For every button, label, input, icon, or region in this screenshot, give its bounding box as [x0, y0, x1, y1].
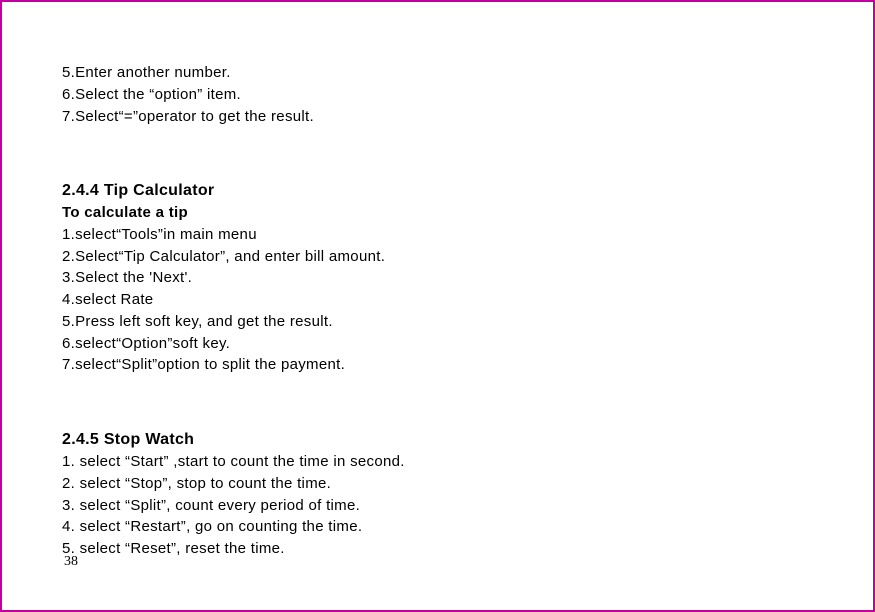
document-page: 5.Enter another number.6.Select the “opt… — [0, 0, 875, 612]
text-line: 3. select “Split”, count every period of… — [62, 495, 813, 517]
text-line — [62, 142, 813, 164]
text-line: 5.Press left soft key, and get the resul… — [62, 311, 813, 333]
text-line: 3.Select the 'Next'. — [62, 267, 813, 289]
text-line: To calculate a tip — [62, 202, 813, 224]
text-line: 2.4.4 Tip Calculator — [62, 179, 813, 202]
text-line: 2.4.5 Stop Watch — [62, 428, 813, 451]
text-line: 1.select“Tools”in main menu — [62, 224, 813, 246]
text-line: 1. select “Start” ,start to count the ti… — [62, 451, 813, 473]
text-line: 4.select Rate — [62, 289, 813, 311]
text-line: 2.Select“Tip Calculator”, and enter bill… — [62, 246, 813, 268]
text-line: 6.Select the “option” item. — [62, 84, 813, 106]
text-line: 5. select “Reset”, reset the time. — [62, 538, 813, 560]
page-number: 38 — [64, 554, 78, 570]
text-line: 2. select “Stop”, stop to count the time… — [62, 473, 813, 495]
text-line: 4. select “Restart”, go on counting the … — [62, 516, 813, 538]
document-content: 5.Enter another number.6.Select the “opt… — [62, 62, 813, 560]
text-line: 7.Select“=”operator to get the result. — [62, 106, 813, 128]
text-line: 7.select“Split”option to split the payme… — [62, 354, 813, 376]
text-line: 6.select“Option”soft key. — [62, 333, 813, 355]
text-line: 5.Enter another number. — [62, 62, 813, 84]
text-line — [62, 391, 813, 413]
